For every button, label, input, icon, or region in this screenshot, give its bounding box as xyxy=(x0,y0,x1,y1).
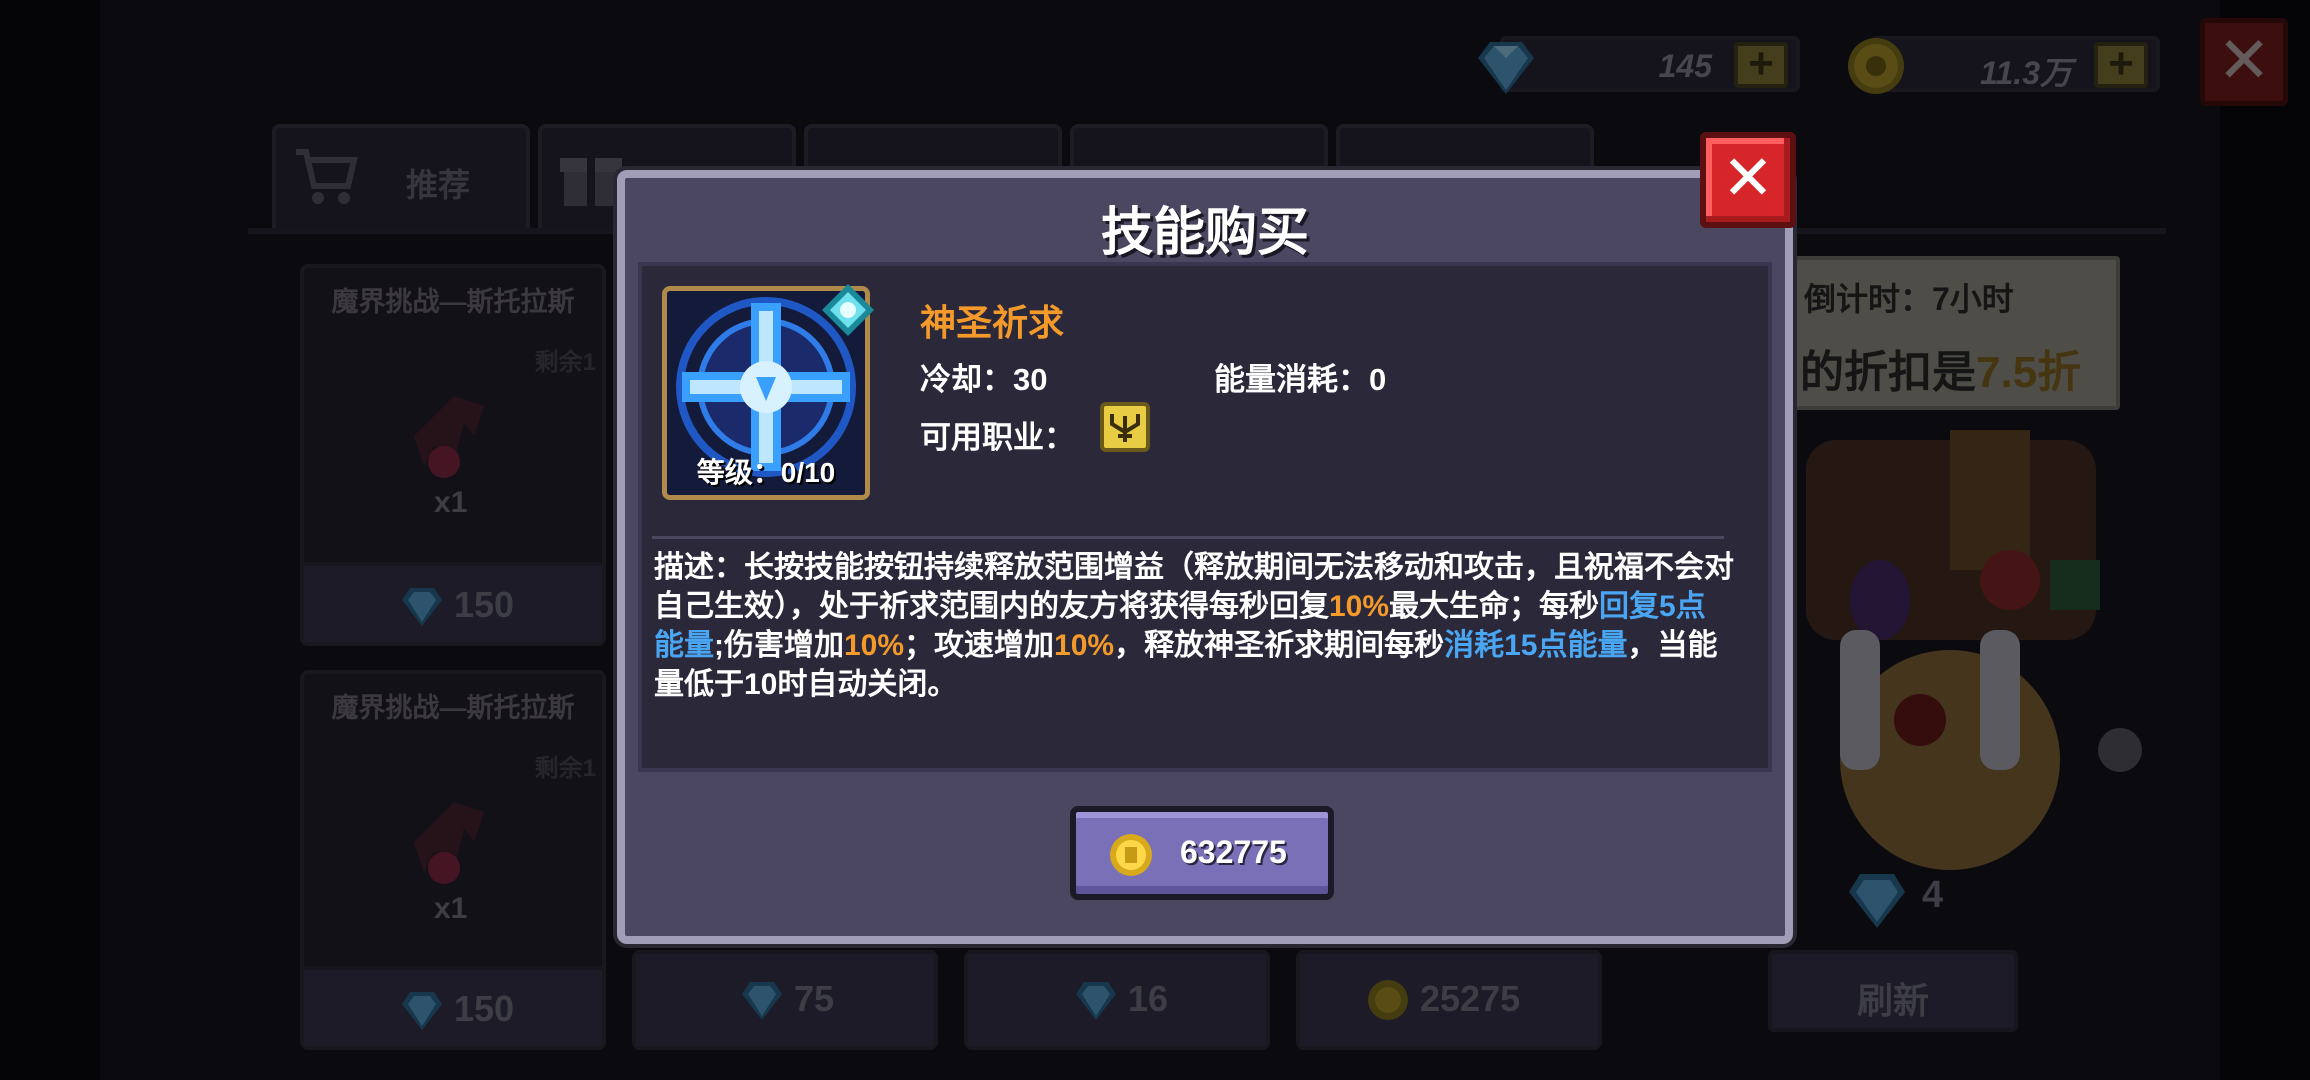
class-label: 可用职业： xyxy=(920,420,1075,455)
skill-level: 等级：0/10 xyxy=(696,457,836,488)
skill-description: 描述：长按技能按钮持续释放范围增益（释放期间无法移动和攻击，且祝福不会对自己生效… xyxy=(654,548,1734,704)
skill-cooldown: 冷却：30 xyxy=(920,362,1048,397)
desc-text: 最大生命；每秒 xyxy=(1389,590,1600,623)
desc-highlight: 消耗15点能量 xyxy=(1444,629,1628,662)
desc-highlight: 10% xyxy=(844,629,905,662)
buy-skill-button[interactable]: 632775 xyxy=(1070,806,1334,900)
desc-highlight: 10% xyxy=(1054,629,1115,662)
buy-price: 632775 xyxy=(1180,834,1287,870)
desc-text: ;伤害增加 xyxy=(714,629,844,662)
close-dialog-button[interactable]: ✕ xyxy=(1700,132,1796,228)
divider xyxy=(652,536,1724,539)
gold-coin-icon xyxy=(1110,834,1152,876)
dialog-title: 技能购买 xyxy=(1100,204,1309,262)
desc-text: ，释放神圣祈求期间每秒 xyxy=(1114,629,1445,662)
skill-name: 神圣祈求 xyxy=(920,302,1065,343)
close-icon: ✕ xyxy=(1722,144,1774,213)
priest-class-icon xyxy=(1100,402,1150,452)
skill-energy-cost: 能量消耗：0 xyxy=(1214,362,1387,397)
desc-text: ；攻速增加 xyxy=(904,629,1055,662)
game-shop-screen: 145 + 11.3万 + ✕ 推荐 魔界挑战—斯托拉斯 剩余1 xyxy=(0,0,2310,1080)
desc-highlight: 10% xyxy=(1329,590,1390,623)
skill-gem-icon xyxy=(822,284,874,336)
